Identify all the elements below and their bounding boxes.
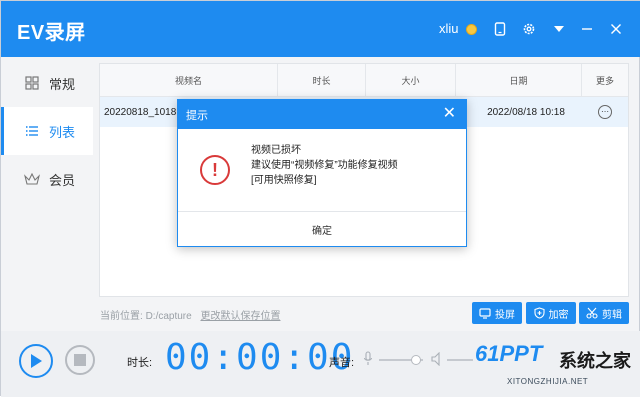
edit-label: 剪辑 bbox=[602, 309, 622, 321]
dialog-line-2: 建议使用“视频修复”功能修复视频 bbox=[251, 160, 398, 171]
error-icon: ! bbox=[200, 155, 230, 185]
cast-label: 投屏 bbox=[495, 309, 515, 321]
shield-icon bbox=[533, 307, 545, 319]
grid-icon bbox=[23, 74, 41, 92]
dialog-ok-button[interactable]: 确定 bbox=[178, 212, 466, 246]
scissors-icon bbox=[586, 307, 598, 319]
crown-icon bbox=[23, 170, 41, 188]
play-icon bbox=[31, 354, 42, 368]
speaker-volume-slider[interactable] bbox=[447, 359, 473, 361]
error-dialog: 提示 ✕ ! 视频已损坏 建议使用“视频修复”功能修复视频 [可用快照修复] 确… bbox=[177, 99, 467, 247]
column-header-size[interactable]: 大小 bbox=[366, 64, 456, 97]
stop-icon bbox=[74, 354, 86, 366]
volume-label: 声音: bbox=[329, 357, 355, 369]
dialog-line-3: [可用快照修复] bbox=[251, 175, 317, 186]
save-location: 当前位置: D:/capture 更改默认保存位置 bbox=[100, 307, 280, 322]
cast-button[interactable]: 投屏 bbox=[472, 302, 522, 324]
column-header-duration[interactable]: 时长 bbox=[278, 64, 366, 97]
sidebar-item-list[interactable]: 列表 bbox=[1, 107, 93, 155]
table-header: 视频名 时长 大小 日期 更多 bbox=[100, 64, 628, 97]
location-label: 当前位置: bbox=[100, 311, 143, 322]
coin-icon[interactable] bbox=[459, 17, 483, 41]
microphone-icon[interactable] bbox=[363, 351, 373, 367]
sidebar: 常规 列表 会员 bbox=[1, 57, 93, 327]
dialog-header: 提示 ✕ bbox=[178, 100, 466, 129]
sidebar-item-member[interactable]: 会员 bbox=[1, 155, 93, 203]
watermark-logo: 61PPT bbox=[475, 341, 543, 366]
dialog-message: 视频已损坏 建议使用“视频修复”功能修复视频 [可用快照修复] bbox=[251, 143, 398, 188]
change-location-link[interactable]: 更改默认保存位置 bbox=[200, 311, 280, 322]
sidebar-item-general[interactable]: 常规 bbox=[1, 59, 93, 107]
watermark-site: XITONGZHIJIA.NET bbox=[507, 377, 589, 386]
recording-timer: 00:00:00 bbox=[165, 337, 355, 378]
edit-button[interactable]: 剪辑 bbox=[579, 302, 629, 324]
mic-volume-handle[interactable] bbox=[411, 355, 421, 365]
app-title: EV录屏 bbox=[17, 22, 86, 44]
settings-icon[interactable] bbox=[517, 17, 541, 41]
column-header-more: 更多 bbox=[595, 76, 614, 86]
title-bar: EV录屏 xliu bbox=[1, 1, 640, 57]
more-button[interactable]: ⋯ bbox=[582, 97, 628, 127]
menu-icon[interactable] bbox=[547, 17, 571, 41]
watermark-cn: 系统之家 bbox=[559, 351, 631, 371]
sidebar-item-label: 常规 bbox=[49, 76, 76, 92]
encrypt-label: 加密 bbox=[548, 309, 569, 321]
play-button[interactable] bbox=[19, 344, 53, 378]
list-icon bbox=[23, 122, 41, 140]
stop-button[interactable] bbox=[65, 345, 95, 375]
user-name[interactable]: xliu bbox=[439, 21, 459, 36]
encrypt-button[interactable]: 加密 bbox=[526, 302, 576, 324]
dialog-close-icon[interactable]: ✕ bbox=[443, 105, 456, 123]
sidebar-item-label: 会员 bbox=[49, 172, 76, 188]
duration-label: 时长: bbox=[127, 357, 153, 369]
location-path: D:/capture bbox=[145, 311, 192, 322]
close-icon[interactable] bbox=[604, 17, 628, 41]
minimize-icon[interactable] bbox=[575, 17, 599, 41]
speaker-icon[interactable] bbox=[431, 352, 443, 366]
app-window: EV录屏 xliu 常规 列表 会员 视频名 时长 大小 日期 更多 20220… bbox=[0, 0, 640, 397]
sidebar-item-label: 列表 bbox=[49, 124, 76, 140]
monitor-icon bbox=[479, 307, 491, 319]
dialog-line-1: 视频已损坏 bbox=[251, 145, 301, 156]
control-bar: 时长: 00:00:00 声音: 61PPT 系统之家 XITONGZHIJIA… bbox=[1, 331, 640, 397]
cell-date: 2022/08/18 10:18 bbox=[487, 106, 565, 118]
column-header-name[interactable]: 视频名 bbox=[100, 64, 278, 97]
cell-video-name: 20220818_101810 bbox=[104, 106, 180, 118]
column-header-date[interactable]: 日期 bbox=[456, 64, 582, 97]
phone-icon[interactable] bbox=[488, 17, 512, 41]
more-icon: ⋯ bbox=[598, 105, 612, 119]
dialog-title: 提示 bbox=[186, 109, 208, 122]
